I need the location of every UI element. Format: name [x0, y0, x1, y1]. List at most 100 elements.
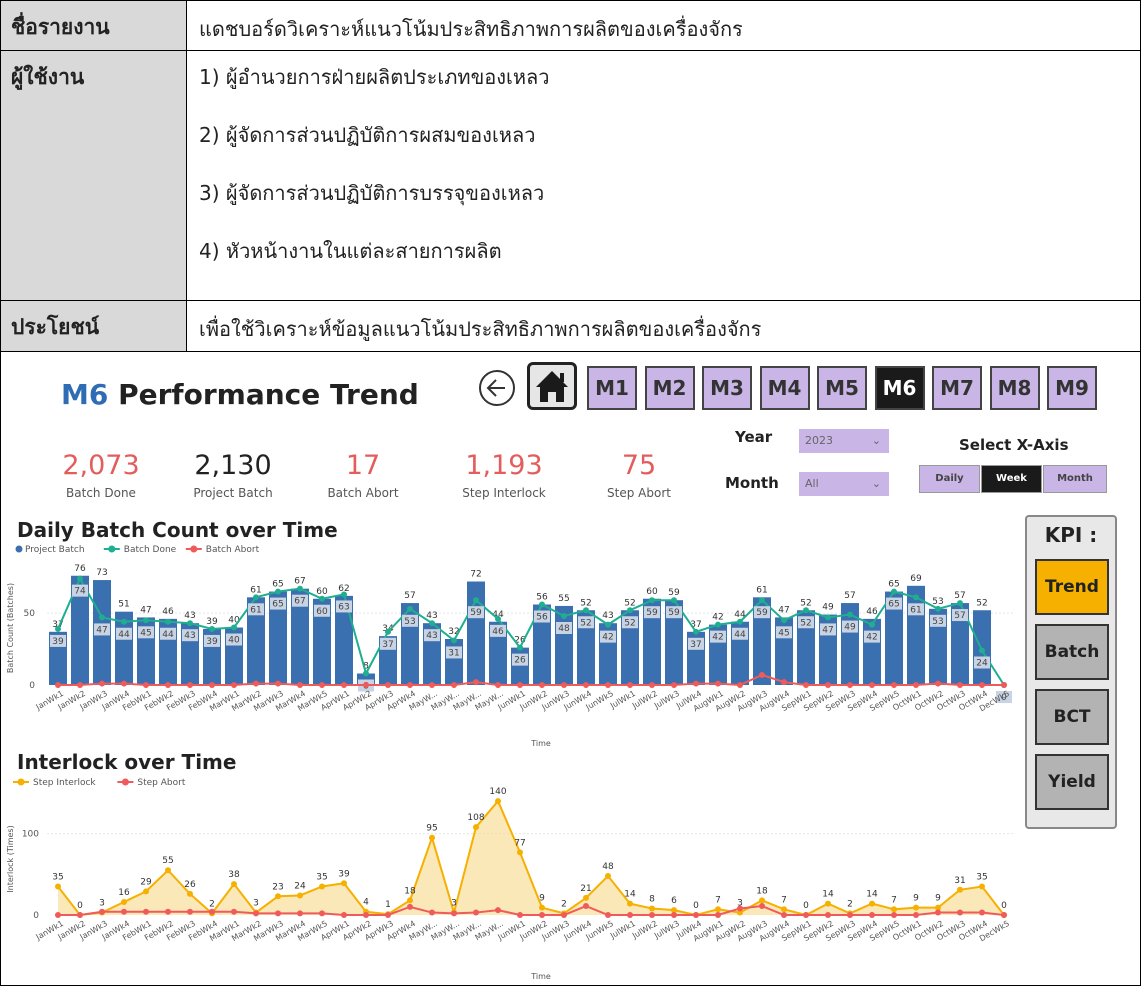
- series-point: [187, 620, 193, 627]
- user-item: 1) ผู้อำนวยการฝ่ายผลิตประเภทของเหลว: [199, 65, 550, 89]
- kpi-bct-button[interactable]: BCT: [1035, 689, 1109, 745]
- bar-value-label: 65: [888, 580, 899, 590]
- series-value-label: 35: [976, 873, 987, 883]
- series-value-label: 44: [162, 630, 174, 640]
- machine-button-m6[interactable]: M6: [874, 366, 925, 410]
- machine-button-m8[interactable]: M8: [989, 366, 1040, 410]
- xaxis-label: Select X-Axis: [959, 436, 1069, 454]
- machine-button-m1[interactable]: M1: [587, 366, 637, 410]
- series-point: [165, 908, 171, 915]
- machine-button-m5[interactable]: M5: [817, 366, 867, 410]
- user-item: 3) ผู้จัดการส่วนปฏิบัติการบรรจุของเหลว: [199, 181, 545, 205]
- bar-value-label: 72: [470, 570, 481, 580]
- kpi-value: 2,130: [194, 450, 272, 481]
- series-value-label: 108: [467, 813, 484, 823]
- series-point: [121, 898, 127, 905]
- series-point: [583, 903, 589, 910]
- series-value-label: 42: [866, 633, 877, 643]
- series-point: [99, 908, 105, 915]
- series-point: [825, 912, 831, 918]
- series-point: [627, 682, 633, 688]
- series-point: [979, 883, 985, 890]
- kpi-batch-button[interactable]: Batch: [1035, 624, 1109, 680]
- series-value-label: 53: [932, 617, 943, 627]
- series-value-label: 67: [294, 597, 305, 607]
- series-point: [297, 910, 303, 917]
- series-point: [759, 897, 765, 904]
- series-value-label: 45: [778, 628, 789, 638]
- kpi-yield-button[interactable]: Yield: [1035, 754, 1109, 810]
- series-point: [385, 912, 391, 918]
- machine-button-m2[interactable]: M2: [644, 366, 695, 410]
- series-value-label: 52: [580, 618, 591, 628]
- series-point: [649, 682, 655, 688]
- back-arrow-icon[interactable]: [477, 368, 517, 408]
- bar: [511, 647, 529, 685]
- series-point: [495, 798, 501, 805]
- series-point: [341, 682, 347, 688]
- series-point: [561, 682, 567, 688]
- report-name-value: แดชบอร์ดวิเคราะห์แนวโน้มประสิทธิภาพการผล…: [199, 17, 743, 41]
- bar-value-label: 55: [558, 594, 569, 604]
- interlock-chart: Step Interlock Step Abort0100Interlock (T…: [6, 778, 1015, 981]
- users-row: ผู้ใช้งาน 1) ผู้อำนวยการฝ่ายผลิตประเภทขอ…: [1, 51, 1140, 301]
- kpi-trend-button[interactable]: Trend: [1035, 559, 1109, 615]
- series-value-label: 7: [781, 895, 787, 905]
- series-value-label: 35: [52, 873, 63, 883]
- series-value-label: 18: [404, 886, 416, 896]
- legend-marker: [15, 545, 23, 553]
- series-value-label: 16: [118, 888, 130, 898]
- report-spec-table: ชื่อรายงาน แดชบอร์ดวิเคราะห์แนวโน้มประสิ…: [0, 0, 1141, 986]
- series-point: [671, 682, 677, 688]
- series-point: [209, 682, 215, 688]
- series-value-label: 56: [536, 613, 548, 623]
- series-point: [385, 682, 391, 688]
- series-point: [583, 682, 589, 688]
- series-point: [825, 682, 831, 688]
- series-point: [231, 908, 237, 915]
- series-value-label: 26: [184, 880, 196, 890]
- bar-value-label: 52: [580, 598, 591, 608]
- series-point: [539, 682, 545, 688]
- user-item: 4) หัวหน้างานในแต่ละสายการผลิต: [199, 239, 502, 263]
- bar-value-label: 52: [800, 598, 811, 608]
- series-point: [913, 594, 919, 601]
- bar-value-label: 46: [866, 607, 878, 617]
- series-value-label: 55: [162, 856, 173, 866]
- xaxis-daily-button[interactable]: Daily: [919, 465, 980, 493]
- machine-button-m7[interactable]: M7: [932, 366, 982, 410]
- series-value-label: 45: [140, 628, 151, 638]
- series-value-label: 3: [451, 899, 457, 909]
- series-point: [649, 905, 655, 912]
- series-value-label: 49: [844, 623, 856, 633]
- year-dropdown[interactable]: 2023 ⌄: [799, 429, 889, 453]
- y-tick-label: 0: [33, 911, 39, 921]
- series-point: [957, 909, 963, 916]
- series-point: [957, 886, 963, 893]
- xaxis-month-button[interactable]: Month: [1043, 465, 1107, 493]
- series-value-label: 2: [561, 899, 567, 909]
- y-tick-label: 0: [29, 681, 35, 691]
- series-value-label: 24: [294, 881, 306, 891]
- series-value-label: 52: [624, 618, 635, 628]
- series-value-label: 95: [426, 824, 437, 834]
- dashboard-screenshot: M6 Performance Trend M1 M2 M3 M4 M5 M6 M7 M8 M9 …: [1, 352, 1142, 987]
- series-value-label: 9: [935, 894, 941, 904]
- series-point: [55, 625, 61, 632]
- bar-value-label: 51: [118, 600, 129, 610]
- machine-button-m3[interactable]: M3: [702, 366, 752, 410]
- series-value-label: 9: [913, 894, 919, 904]
- series-point: [517, 644, 523, 651]
- series-point: [473, 824, 479, 831]
- home-button[interactable]: [527, 362, 577, 410]
- xaxis-week-button[interactable]: Week: [981, 465, 1042, 493]
- series-point: [407, 682, 413, 688]
- series-value-label: 42: [602, 633, 613, 643]
- machine-button-m9[interactable]: M9: [1047, 366, 1097, 410]
- series-point: [803, 912, 809, 918]
- series-point: [253, 680, 259, 687]
- series-point: [825, 900, 831, 907]
- month-dropdown[interactable]: All ⌄: [799, 472, 889, 496]
- machine-button-m4[interactable]: M4: [759, 366, 810, 410]
- series-point: [803, 682, 809, 688]
